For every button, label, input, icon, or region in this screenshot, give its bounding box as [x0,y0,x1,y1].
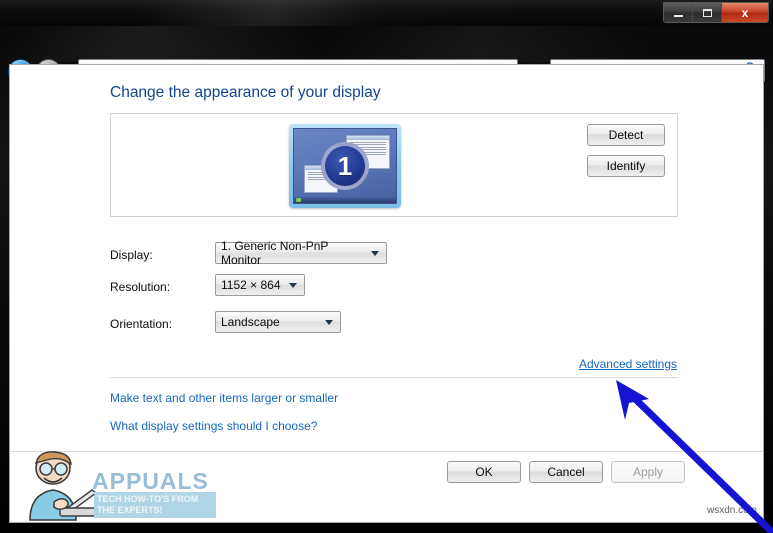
navbar-sheen [0,26,773,62]
display-label: Display: [110,248,153,262]
minimize-icon [673,14,683,17]
display-preview-panel: 1 Detect Identify [110,113,678,217]
chevron-down-icon [371,250,379,256]
mini-start-icon [296,198,301,202]
display-dropdown-value: 1. Generic Non-PnP Monitor [221,239,329,267]
appuals-tagline: TECH HOW-TO'S FROM THE EXPERTS! [94,492,216,518]
apply-button: Apply [611,461,685,483]
chevron-down-icon [289,282,297,288]
source-watermark: wsxdn.com [706,505,757,516]
display-dropdown[interactable]: 1. Generic Non-PnP Monitor [215,239,387,267]
orientation-label: Orientation: [110,317,173,331]
appuals-tagline-line1: TECH HOW-TO'S FROM [97,494,199,504]
monitor-number-badge: 1 [321,142,369,190]
mini-taskbar [294,197,396,203]
orientation-dropdown[interactable]: Landscape [215,311,341,333]
close-icon: x [741,5,749,20]
window-titlebar[interactable]: x [0,0,773,26]
window-client-area: Change the appearance of your display 1 … [9,64,764,523]
make-text-larger-link[interactable]: Make text and other items larger or smal… [110,391,338,405]
window-controls: x [663,2,769,23]
chevron-down-icon [325,319,333,325]
appuals-tagline-line2: THE EXPERTS! [97,505,163,515]
navigation-toolbar: « Display ▸ Screen Resolution [0,26,773,84]
monitor-preview-graphic[interactable]: 1 [289,124,401,208]
orientation-dropdown-value: Landscape [221,315,280,329]
appuals-watermark: APPUALS TECH HOW-TO'S FROM THE EXPERTS! [20,450,220,522]
desktop-background: x Search Control Panel Change the appear… [0,0,773,533]
titlebar-sheen [140,0,520,26]
maximize-button[interactable] [693,3,722,22]
monitor-screen: 1 [293,128,397,204]
advanced-settings-link[interactable]: Advanced settings [579,357,677,371]
detect-button[interactable]: Detect [587,124,665,146]
mini-window-titlebar [347,136,389,140]
minimize-button[interactable] [664,3,693,22]
resolution-label: Resolution: [110,280,171,294]
identify-button[interactable]: Identify [587,155,665,177]
what-display-settings-link[interactable]: What display settings should I choose? [110,419,317,433]
appuals-wordmark: APPUALS [92,468,209,494]
close-button[interactable]: x [722,3,768,22]
cancel-button[interactable]: Cancel [529,461,603,483]
maximize-icon [702,8,712,17]
divider [110,377,678,378]
ok-button[interactable]: OK [447,461,521,483]
resolution-dropdown-value: 1152 × 864 [221,278,281,292]
resolution-dropdown[interactable]: 1152 × 864 [215,274,305,296]
page-title: Change the appearance of your display [110,84,381,101]
